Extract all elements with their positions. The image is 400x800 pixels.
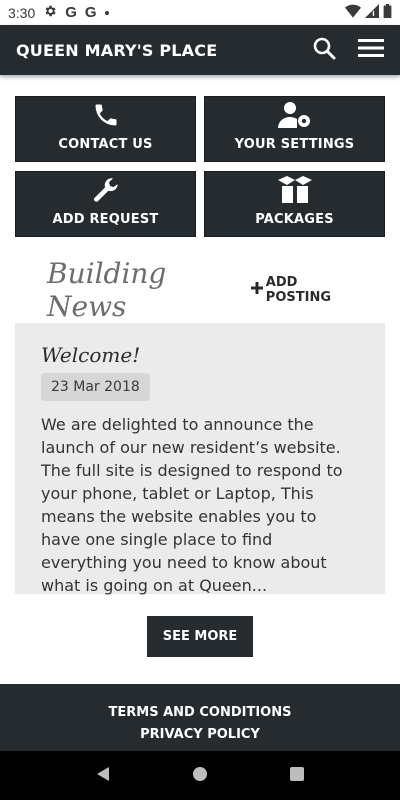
tile-label: YOUR SETTINGS [234,137,355,152]
post-excerpt: We are delighted to announce the launch … [41,415,343,595]
add-posting-label: ADD POSTING [265,275,331,305]
see-more-button[interactable]: SEE MORE [147,616,253,657]
app-title: QUEEN MARY'S PLACE [16,40,218,60]
user-settings-icon [277,101,312,133]
status-bar-left: 3:30 G G [8,4,109,22]
signal-icon [365,3,379,22]
dot-icon [104,10,109,15]
news-section-title: Building News [47,257,167,323]
status-bar-right [345,3,392,22]
back-icon[interactable] [95,766,111,786]
tile-label: PACKAGES [255,212,334,227]
tile-label: CONTACT US [58,137,153,152]
status-bar: 3:30 G G [0,0,400,25]
recents-icon[interactable] [289,766,305,786]
plus-icon [250,282,263,298]
privacy-link[interactable]: PRIVACY POLICY [140,727,260,742]
wifi-icon [345,4,361,22]
action-tiles: CONTACT US YOUR SETTINGS ADD REQUEST PAC… [15,96,385,237]
post-title: Welcome! [41,343,141,367]
box-icon [277,176,312,208]
google-icon: G [84,4,97,21]
system-nav-bar [0,751,400,800]
news-header: Building News ADD POSTING [47,257,377,323]
gear-icon [43,4,57,22]
footer: TERMS AND CONDITIONS PRIVACY POLICY [0,684,400,751]
wrench-icon [92,176,120,208]
add-request-tile[interactable]: ADD REQUEST [15,171,196,237]
google-icon: G [65,4,77,21]
status-time: 3:30 [8,4,36,21]
home-icon[interactable] [192,766,208,786]
add-posting-button[interactable]: ADD POSTING [250,275,365,305]
post-date-badge: 23 Mar 2018 [41,373,150,401]
phone-icon [92,101,120,133]
tile-label: ADD REQUEST [52,212,159,227]
app-bar-actions [312,36,384,64]
packages-tile[interactable]: PACKAGES [204,171,385,237]
app-bar: QUEEN MARY'S PLACE [0,25,400,75]
terms-link[interactable]: TERMS AND CONDITIONS [109,705,292,720]
battery-icon [383,3,392,22]
contact-us-tile[interactable]: CONTACT US [15,96,196,162]
search-icon[interactable] [312,36,336,64]
your-settings-tile[interactable]: YOUR SETTINGS [204,96,385,162]
hamburger-menu-icon[interactable] [358,38,384,62]
news-card[interactable]: Welcome! 23 Mar 2018 We are delighted to… [15,323,385,595]
